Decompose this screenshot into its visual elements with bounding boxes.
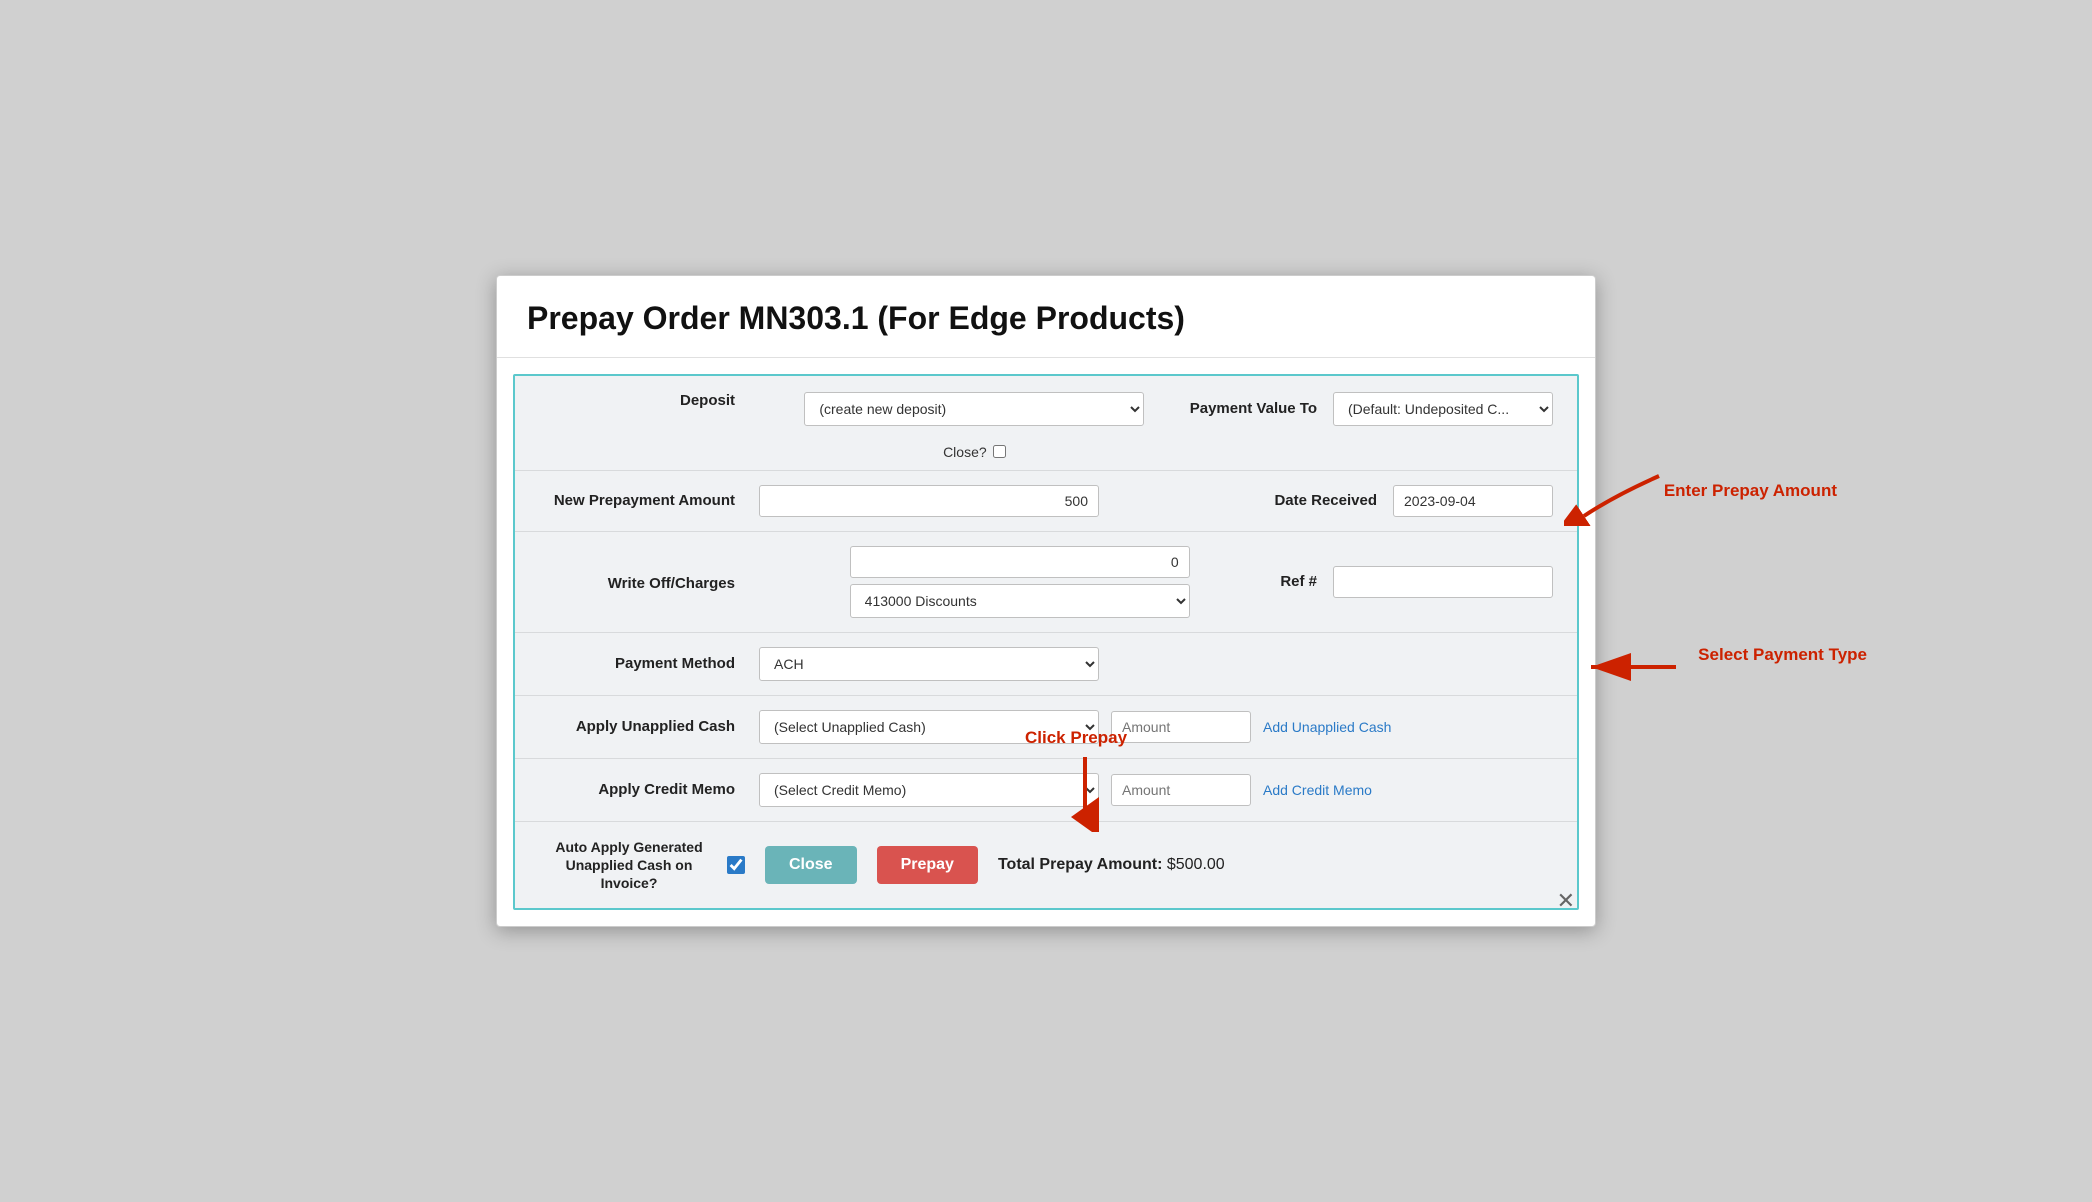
add-unapplied-cash-link[interactable]: Add Unapplied Cash <box>1263 719 1391 735</box>
total-prepay-value: $500.00 <box>1167 856 1225 873</box>
total-prepay-display: Total Prepay Amount: $500.00 <box>998 856 1225 874</box>
modal: Prepay Order MN303.1 (For Edge Products)… <box>496 275 1596 928</box>
prepayment-label: New Prepayment Amount <box>539 492 759 509</box>
prepayment-amount-input[interactable]: 500 <box>759 485 1099 517</box>
enter-prepay-annotation: Enter Prepay Amount <box>1644 481 1837 501</box>
modal-close-x[interactable]: ✕ <box>1557 890 1575 912</box>
date-received-label: Date Received <box>1274 492 1377 509</box>
unapplied-cash-label: Apply Unapplied Cash <box>539 718 759 735</box>
ref-input[interactable] <box>1333 566 1553 598</box>
payment-method-row: Payment Method ACH Select Payment Type <box>515 633 1577 696</box>
writeoff-amount-input[interactable]: 0 <box>850 546 1190 578</box>
payment-method-label: Payment Method <box>539 655 759 672</box>
auto-apply-label: Auto Apply Generated Unapplied Cash on I… <box>539 838 719 893</box>
writeoff-row: Write Off/Charges 0 413000 Discounts Ref… <box>515 532 1577 633</box>
unapplied-cash-row: Apply Unapplied Cash (Select Unapplied C… <box>515 696 1577 759</box>
date-received-right: Date Received 2023-09-04 <box>1274 485 1553 517</box>
ref-label: Ref # <box>1280 573 1317 590</box>
ref-right: Ref # <box>1280 566 1553 598</box>
credit-memo-row: Apply Credit Memo (Select Credit Memo) A… <box>515 759 1577 822</box>
page-title: Prepay Order MN303.1 (For Edge Products) <box>497 276 1595 358</box>
deposit-row: Deposit (create new deposit) Close? Paym… <box>515 376 1577 471</box>
select-payment-annotation: Select Payment Type <box>1676 645 1867 665</box>
prepayment-controls: 500 <box>759 485 1274 517</box>
unapplied-amount-input[interactable] <box>1111 711 1251 743</box>
close-check-row: Close? <box>943 444 1006 460</box>
payment-value-right: Payment Value To (Default: Undeposited C… <box>1190 392 1553 426</box>
auto-apply-group: Auto Apply Generated Unapplied Cash on I… <box>539 838 745 893</box>
deposit-select[interactable]: (create new deposit) <box>804 392 1144 426</box>
deposit-label: Deposit <box>539 392 759 409</box>
date-received-input[interactable]: 2023-09-04 <box>1393 485 1553 517</box>
close-check-label: Close? <box>943 444 987 460</box>
bottom-row: Auto Apply Generated Unapplied Cash on I… <box>515 822 1577 909</box>
deposit-controls: (create new deposit) Close? <box>759 392 1190 460</box>
select-payment-label: Select Payment Type <box>1698 645 1867 665</box>
writeoff-account-select[interactable]: 413000 Discounts <box>850 584 1190 618</box>
form-body: Deposit (create new deposit) Close? Paym… <box>513 374 1579 911</box>
unapplied-cash-select[interactable]: (Select Unapplied Cash) <box>759 710 1099 744</box>
prepay-button[interactable]: Prepay <box>877 846 978 884</box>
add-credit-memo-link[interactable]: Add Credit Memo <box>1263 782 1372 798</box>
prepayment-row: New Prepayment Amount 500 Date Received … <box>515 471 1577 532</box>
writeoff-label: Write Off/Charges <box>539 571 759 592</box>
credit-memo-select[interactable]: (Select Credit Memo) <box>759 773 1099 807</box>
unapplied-cash-controls: (Select Unapplied Cash) Add Unapplied Ca… <box>759 710 1553 744</box>
payment-method-select[interactable]: ACH <box>759 647 1099 681</box>
payment-value-select[interactable]: (Default: Undeposited C... <box>1333 392 1553 426</box>
credit-memo-label: Apply Credit Memo <box>539 781 759 798</box>
credit-memo-controls: (Select Credit Memo) Add Credit Memo <box>759 773 1553 807</box>
writeoff-controls: 0 413000 Discounts <box>759 546 1280 618</box>
payment-value-to-label: Payment Value To <box>1190 400 1317 417</box>
credit-amount-input[interactable] <box>1111 774 1251 806</box>
auto-apply-checkbox[interactable] <box>727 856 745 874</box>
select-payment-arrow <box>1576 647 1696 687</box>
payment-method-controls: ACH <box>759 647 1553 681</box>
enter-prepay-arrow <box>1564 466 1664 526</box>
close-checkbox[interactable] <box>993 445 1006 458</box>
close-button[interactable]: Close <box>765 846 857 884</box>
total-prepay-label: Total Prepay Amount: <box>998 856 1167 873</box>
enter-prepay-label: Enter Prepay Amount <box>1664 481 1837 501</box>
